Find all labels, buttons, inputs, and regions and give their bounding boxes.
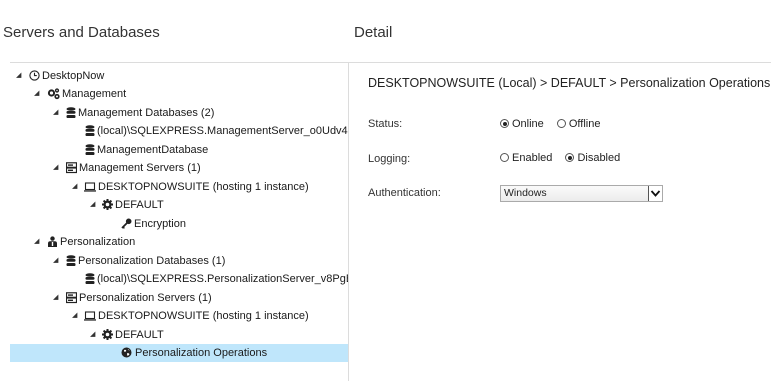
tree-node-desktopnow[interactable]: ◢ DesktopNow bbox=[10, 67, 348, 85]
database-icon bbox=[85, 273, 96, 285]
authentication-label: Authentication: bbox=[368, 187, 441, 199]
radio-selected-icon[interactable] bbox=[500, 119, 509, 128]
tree-node-label: Personalization Servers (1) bbox=[79, 292, 212, 304]
tree-node-label: DESKTOPNOWSUITE (hosting 1 instance) bbox=[98, 181, 309, 193]
cog-icon bbox=[102, 199, 113, 211]
detail-panel: DESKTOPNOWSUITE (Local) > DEFAULT > Pers… bbox=[349, 62, 771, 381]
status-online-option[interactable]: Online bbox=[500, 118, 544, 130]
database-icon bbox=[66, 255, 77, 267]
tree-node-personalization-operations[interactable]: Personalization Operations bbox=[10, 344, 348, 362]
globe-icon bbox=[121, 347, 132, 359]
expander-icon[interactable]: ◢ bbox=[34, 233, 39, 251]
tree-node-label: (local)\SQLEXPRESS.PersonalizationServer… bbox=[97, 273, 348, 285]
tree-node-management[interactable]: ◢ Management bbox=[10, 85, 348, 103]
radio-selected-icon[interactable] bbox=[565, 153, 575, 162]
tree-node-management-db-1[interactable]: (local)\SQLEXPRESS.ManagementServer_o0Ud… bbox=[10, 122, 348, 140]
detail-header: Detail bbox=[354, 24, 393, 41]
tree-node-label: DEFAULT bbox=[115, 199, 164, 211]
laptop-icon bbox=[84, 181, 96, 193]
chevron-down-icon[interactable] bbox=[648, 186, 662, 201]
expander-icon[interactable]: ◢ bbox=[72, 178, 77, 196]
tree-node-personalization[interactable]: ◢ Personalization bbox=[10, 233, 348, 251]
database-icon bbox=[85, 125, 96, 137]
laptop-icon bbox=[84, 310, 96, 322]
expander-icon[interactable]: ◢ bbox=[72, 307, 77, 325]
radio-empty-icon[interactable] bbox=[556, 119, 566, 128]
status-offline-label: Offline bbox=[568, 118, 601, 130]
tree-node-label: ManagementDatabase bbox=[97, 144, 209, 156]
tree-node-label: Personalization Operations bbox=[135, 347, 268, 359]
tree-node-label: Management bbox=[62, 88, 127, 100]
tree-node-label: DesktopNow bbox=[42, 70, 105, 82]
expander-icon[interactable]: ◢ bbox=[16, 67, 21, 85]
tree-node-encryption[interactable]: Encryption bbox=[10, 215, 348, 233]
logging-label: Logging: bbox=[368, 153, 411, 165]
tree-node-label: Management Servers (1) bbox=[79, 162, 201, 174]
tree-node-personalization-db-1[interactable]: (local)\SQLEXPRESS.PersonalizationServer… bbox=[10, 270, 348, 288]
tree-node-personalization-desktopnowsuite[interactable]: ◢ DESKTOPNOWSUITE (hosting 1 instance) bbox=[10, 307, 348, 325]
status-online-label: Online bbox=[512, 118, 544, 130]
tree-node-management-db-2[interactable]: ManagementDatabase bbox=[10, 141, 348, 159]
tree-node-label: DEFAULT bbox=[115, 329, 164, 341]
logging-disabled-option[interactable]: Disabled bbox=[565, 152, 620, 164]
expander-icon[interactable]: ◢ bbox=[53, 159, 58, 177]
tree-node-personalization-databases[interactable]: ◢ Personalization Databases (1) bbox=[10, 252, 348, 270]
expander-icon[interactable]: ◢ bbox=[53, 104, 58, 122]
server-icon bbox=[66, 292, 77, 304]
tree-node-personalization-default[interactable]: ◢ DEFAULT bbox=[10, 326, 348, 344]
tree-node-label: Encryption bbox=[134, 218, 186, 230]
server-tree: ◢ DesktopNow ◢ Management ◢ Management D… bbox=[10, 62, 349, 381]
tree-node-label: Management Databases (2) bbox=[78, 107, 215, 119]
logging-radio-group: Enabled Disabled bbox=[500, 152, 630, 164]
logging-enabled-option[interactable]: Enabled bbox=[500, 152, 552, 164]
tree-node-management-servers[interactable]: ◢ Management Servers (1) bbox=[10, 159, 348, 177]
tree-node-label: DESKTOPNOWSUITE (hosting 1 instance) bbox=[98, 310, 309, 322]
tree-node-management-default[interactable]: ◢ DEFAULT bbox=[10, 196, 348, 214]
server-icon bbox=[66, 162, 77, 174]
breadcrumb: DESKTOPNOWSUITE (Local) > DEFAULT > Pers… bbox=[368, 76, 771, 90]
tree-node-personalization-servers[interactable]: ◢ Personalization Servers (1) bbox=[10, 289, 348, 307]
servers-databases-header: Servers and Databases bbox=[3, 24, 160, 41]
status-label: Status: bbox=[368, 118, 403, 130]
expander-icon[interactable]: ◢ bbox=[90, 326, 95, 344]
tree-node-management-databases[interactable]: ◢ Management Databases (2) bbox=[10, 104, 348, 122]
status-radio-group: Online Offline bbox=[500, 118, 610, 130]
tree-node-label: Personalization Databases (1) bbox=[78, 255, 226, 267]
tree-node-label: (local)\SQLEXPRESS.ManagementServer_o0Ud… bbox=[97, 125, 349, 137]
authentication-select[interactable]: Windows bbox=[500, 185, 663, 202]
key-icon bbox=[121, 218, 132, 230]
database-icon bbox=[66, 107, 77, 119]
status-offline-option[interactable]: Offline bbox=[556, 118, 601, 130]
database-icon bbox=[85, 144, 96, 156]
radio-empty-icon[interactable] bbox=[500, 153, 509, 162]
tree-node-management-desktopnowsuite[interactable]: ◢ DESKTOPNOWSUITE (hosting 1 instance) bbox=[10, 178, 348, 196]
expander-icon[interactable]: ◢ bbox=[90, 196, 95, 214]
authentication-value: Windows bbox=[504, 187, 547, 199]
clock-icon bbox=[29, 70, 40, 82]
tree-node-label: Personalization bbox=[60, 236, 136, 248]
users-icon bbox=[47, 236, 58, 248]
expander-icon[interactable]: ◢ bbox=[53, 289, 58, 307]
cog-icon bbox=[102, 329, 113, 341]
expander-icon[interactable]: ◢ bbox=[53, 252, 58, 270]
logging-enabled-label: Enabled bbox=[512, 152, 553, 164]
expander-icon[interactable]: ◢ bbox=[34, 85, 39, 103]
gears-icon bbox=[47, 88, 60, 100]
logging-disabled-label: Disabled bbox=[577, 152, 621, 164]
